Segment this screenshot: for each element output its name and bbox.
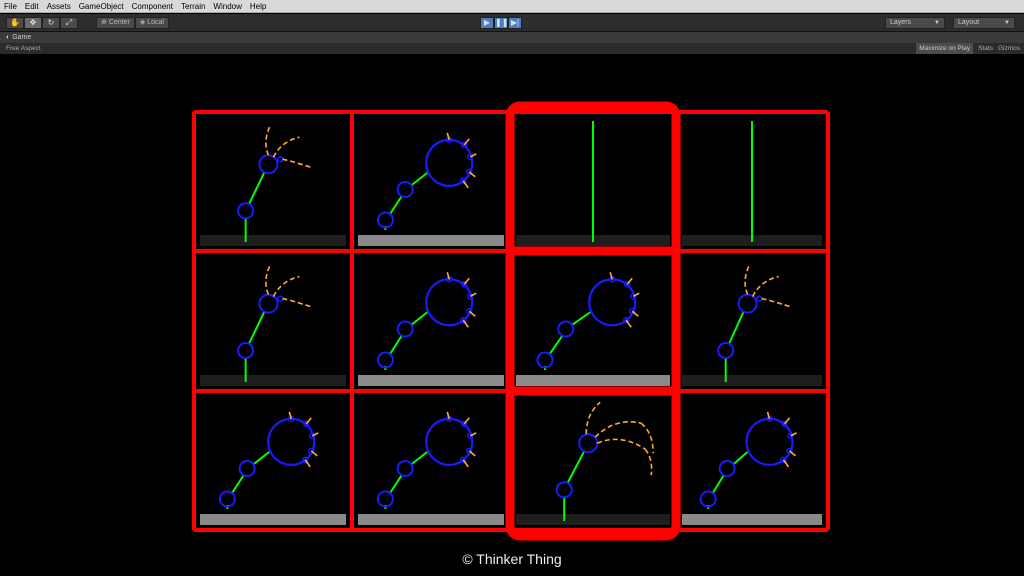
cell-background [197, 394, 349, 527]
hand-tool-icon[interactable]: ✋ [6, 17, 24, 29]
menu-window[interactable]: Window [213, 2, 241, 11]
cell-background [679, 254, 825, 388]
ground-strip [516, 375, 670, 386]
simulation-cell [513, 254, 673, 388]
maximize-on-play-toggle[interactable]: Maximize on Play [916, 43, 974, 54]
menu-terrain[interactable]: Terrain [181, 2, 205, 11]
ground-strip [358, 235, 504, 246]
cell-background [355, 115, 507, 248]
pivot-local-toggle[interactable]: ◈ Local [134, 17, 169, 29]
simulation-cell [679, 394, 825, 527]
menu-edit[interactable]: Edit [25, 2, 39, 11]
simulation-cell [513, 115, 673, 248]
ground-strip [516, 514, 670, 525]
simulation-cell [197, 254, 349, 388]
simulation-cell [197, 394, 349, 527]
aspect-dropdown[interactable]: Free Aspect [6, 43, 41, 54]
cell-background [513, 254, 673, 388]
play-controls: ▶ ❚❚ ▶| [480, 17, 522, 29]
game-view-toolbar: Free Aspect Maximize on Play Stats Gizmo… [0, 43, 1024, 54]
menu-assets[interactable]: Assets [47, 2, 71, 11]
stats-toggle[interactable]: Stats [978, 43, 993, 54]
simulation-cell [355, 115, 507, 248]
simulation-cell [355, 254, 507, 388]
cell-background [355, 254, 507, 388]
layers-label: Layers [890, 19, 912, 26]
cell-background [679, 394, 825, 527]
menu-file[interactable]: File [4, 2, 17, 11]
ground-strip [200, 235, 346, 246]
menu-bar: File Edit Assets GameObject Component Te… [0, 0, 1024, 13]
game-tab-label: Game [12, 34, 32, 41]
space-label: Local [147, 19, 164, 26]
pivot-toggles: ⊕ Center ◈ Local [96, 17, 169, 29]
pivot-icon: ⊕ [101, 19, 107, 26]
ground-strip [682, 514, 822, 525]
game-view [192, 101, 830, 541]
cell-background [513, 394, 673, 527]
transform-tools: ✋ ✥ ↻ ⤢ [6, 17, 78, 29]
credit-text: © Thinker Thing [462, 551, 562, 567]
cell-background [197, 115, 349, 248]
pause-button-icon[interactable]: ❚❚ [494, 17, 508, 29]
ground-strip [682, 375, 822, 386]
simulation-cell [513, 394, 673, 527]
layout-dropdown[interactable]: Layout ▼ [953, 17, 1015, 29]
rotate-tool-icon[interactable]: ↻ [42, 17, 60, 29]
game-tab[interactable]: ◐ Game [0, 32, 1024, 43]
pivot-label: Center [108, 19, 130, 26]
cell-background [355, 394, 507, 527]
simulation-cell [355, 394, 507, 527]
game-view-options: Maximize on Play Stats Gizmos [916, 43, 1020, 54]
gizmos-dropdown[interactable]: Gizmos [998, 43, 1020, 54]
game-tab-icon: ◐ [6, 34, 11, 41]
simulation-cell [197, 115, 349, 248]
simulation-cell [679, 254, 825, 388]
chevron-down-icon: ▼ [1004, 20, 1010, 26]
menu-component[interactable]: Component [132, 2, 173, 11]
toolbar: ✋ ✥ ↻ ⤢ ⊕ Center ◈ Local ▶ ❚❚ ▶| Layers … [0, 14, 1024, 32]
move-tool-icon[interactable]: ✥ [24, 17, 42, 29]
cell-background [197, 254, 349, 388]
play-button-icon[interactable]: ▶ [480, 17, 494, 29]
layout-label: Layout [958, 19, 980, 26]
ground-strip [358, 375, 504, 386]
layers-dropdown[interactable]: Layers ▼ [885, 17, 945, 29]
scale-tool-icon[interactable]: ⤢ [60, 17, 78, 29]
chevron-down-icon: ▼ [934, 20, 940, 26]
ground-strip [200, 375, 346, 386]
simulation-cell [679, 115, 825, 248]
menu-help[interactable]: Help [250, 2, 266, 11]
ground-strip [200, 514, 346, 525]
local-icon: ◈ [139, 19, 146, 26]
step-button-icon[interactable]: ▶| [508, 17, 522, 29]
ground-strip [358, 514, 504, 525]
menu-gameobject[interactable]: GameObject [79, 2, 124, 11]
pivot-center-toggle[interactable]: ⊕ Center [96, 17, 135, 29]
